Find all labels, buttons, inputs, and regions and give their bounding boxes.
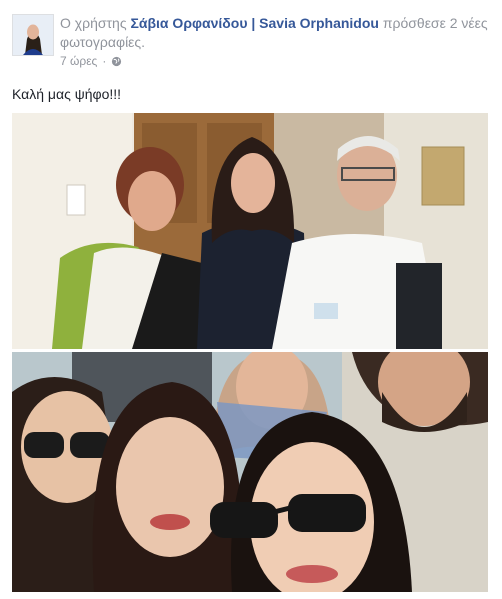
meta-separator: · [102,54,107,68]
post-meta: 7 ώρες · [60,54,122,68]
author-name-link[interactable]: Σάβια Ορφανίδου | Savia Orphanidou [130,15,378,31]
post-photo-1[interactable] [12,113,488,349]
author-avatar[interactable] [12,14,54,56]
header-prefix: Ο χρήστης [60,15,127,31]
post-timestamp[interactable]: 7 ώρες [60,54,97,68]
facebook-post: Ο χρήστης Σάβια Ορφανίδου | Savia Orphan… [0,0,502,599]
post-text: Καλή μας ψήφο!!! [12,86,122,102]
post-photo-2[interactable] [12,352,488,592]
post-header: Ο χρήστης Σάβια Ορφανίδου | Savia Orphan… [60,14,490,52]
globe-icon[interactable] [111,56,122,67]
